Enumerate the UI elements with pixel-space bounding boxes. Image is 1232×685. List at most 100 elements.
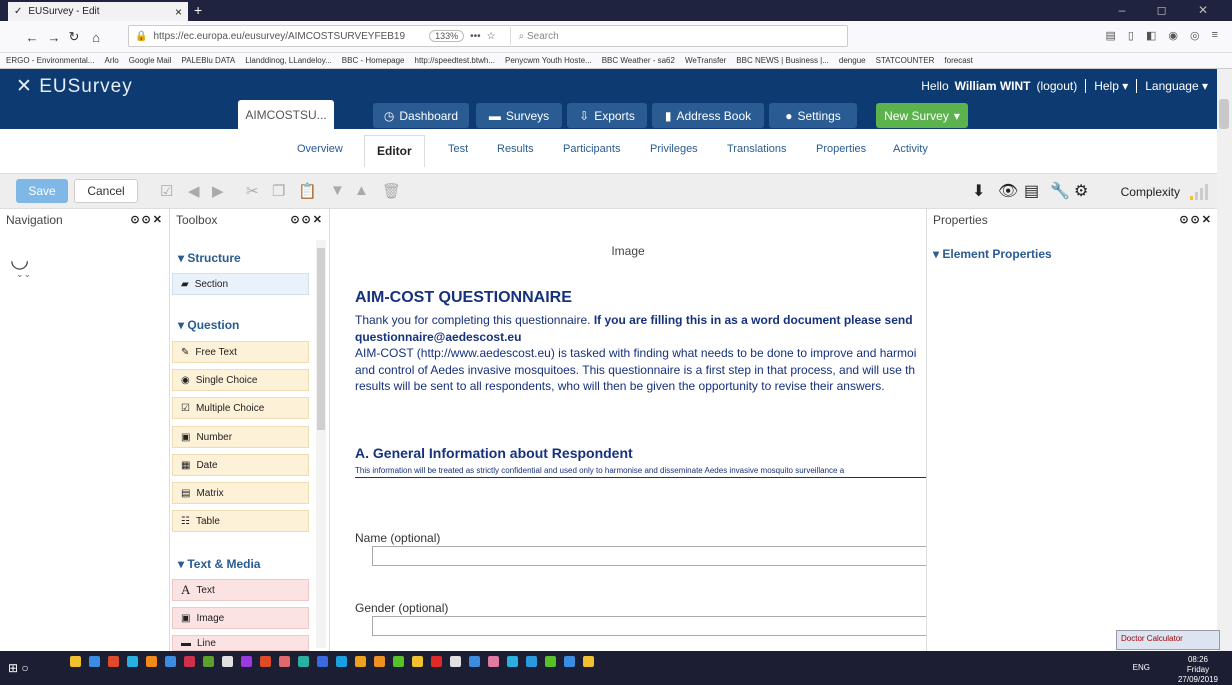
bookmark-item[interactable]: BBC NEWS | Business |... xyxy=(736,56,829,65)
tab-translations[interactable]: Translations xyxy=(727,143,787,155)
gear-icon[interactable]: ⚙ xyxy=(1074,181,1088,201)
exports-button[interactable]: ⇩ Exports xyxy=(567,103,647,128)
tab-participants[interactable]: Participants xyxy=(563,143,620,155)
dashboard-button[interactable]: ◷ Dashboard xyxy=(373,103,469,128)
extension-icon[interactable]: ◉ xyxy=(1168,29,1178,42)
back-icon[interactable]: ← xyxy=(22,27,42,47)
more-icon[interactable]: ••• xyxy=(470,31,481,42)
extension-icon[interactable]: ◎ xyxy=(1190,29,1200,42)
system-clock[interactable]: 08:26 Friday 27/09/2019 xyxy=(1178,655,1218,685)
toolbox-multiple-choice[interactable]: ☑ Multiple Choice xyxy=(172,397,309,419)
library-icon[interactable]: ▤ xyxy=(1105,29,1115,42)
text-media-group[interactable]: ▾ Text & Media xyxy=(178,557,260,571)
toolbox-section[interactable]: ▰ Section xyxy=(172,273,309,295)
toolbox-matrix[interactable]: ▤ Matrix xyxy=(172,482,309,504)
tab-test[interactable]: Test xyxy=(448,143,468,155)
sidebar-icon[interactable]: ▯ xyxy=(1128,29,1134,42)
undo-icon[interactable]: ◀ xyxy=(188,182,200,200)
home-icon[interactable]: ⌂ xyxy=(86,27,106,47)
move-down-icon[interactable]: ▼ xyxy=(330,182,345,199)
intro-text[interactable]: Thank you for completing this questionna… xyxy=(355,312,926,395)
bookmark-item[interactable]: Arlo xyxy=(104,56,118,65)
download-icon[interactable]: ⬇ xyxy=(972,181,985,201)
bookmark-item[interactable]: forecast xyxy=(944,56,972,65)
bookmark-item[interactable]: ERGO - Environmental... xyxy=(6,56,94,65)
toolbox-table[interactable]: ☷ Table xyxy=(172,510,309,532)
new-tab-icon[interactable]: + xyxy=(194,2,202,18)
bookmark-item[interactable]: WeTransfer xyxy=(685,56,726,65)
tab-overview[interactable]: Overview xyxy=(297,143,343,155)
address-bar[interactable]: 🔒 https://ec.europa.eu/eusurvey/AIMCOSTS… xyxy=(128,25,848,47)
cancel-button[interactable]: Cancel xyxy=(74,179,138,203)
logout-link[interactable]: (logout) xyxy=(1037,79,1078,93)
forward-icon[interactable]: → xyxy=(44,27,64,47)
questionnaire-title[interactable]: AIM-COST QUESTIONNAIRE xyxy=(355,289,572,307)
image-placeholder[interactable]: Image xyxy=(330,244,926,258)
menu-icon[interactable]: ≡ xyxy=(1212,29,1218,42)
copy-icon[interactable]: ❐ xyxy=(272,182,285,200)
toolbox-line[interactable]: ▬ Line xyxy=(172,635,309,651)
save-button[interactable]: Save xyxy=(16,179,68,203)
toolbox-scroll-thumb[interactable] xyxy=(317,248,325,430)
current-survey-tab[interactable]: AIMCOSTSU... xyxy=(238,100,334,129)
panel-controls-icon[interactable]: ⊙⊙✕ xyxy=(130,213,164,226)
section-title[interactable]: A. General Information about Respondent xyxy=(355,445,633,461)
toolbox-scrollbar[interactable] xyxy=(316,240,326,648)
bookmark-item[interactable]: Google Mail xyxy=(129,56,172,65)
name-input[interactable] xyxy=(372,546,926,566)
cut-icon[interactable]: ✂ xyxy=(246,182,259,200)
reload-icon[interactable]: ↻ xyxy=(64,27,84,47)
toolbox-text[interactable]: A Text xyxy=(172,579,309,601)
delete-icon[interactable]: 🗑 xyxy=(382,182,401,200)
eusurvey-logo[interactable]: ✕ EUSurvey xyxy=(16,75,133,98)
toolbox-image[interactable]: ▣ Image xyxy=(172,607,309,629)
structure-group[interactable]: ▾ Structure xyxy=(178,251,241,265)
page-scrollbar[interactable] xyxy=(1217,69,1232,651)
paste-icon[interactable]: 📋 xyxy=(298,182,317,200)
bookmark-item[interactable]: http://speedtest.btwh... xyxy=(415,56,496,65)
toolbox-free-text[interactable]: ✎ Free Text xyxy=(172,341,309,363)
new-survey-button[interactable]: New Survey ▾ xyxy=(876,103,968,128)
panel-controls-icon[interactable]: ⊙⊙✕ xyxy=(290,213,324,226)
tab-editor[interactable]: Editor xyxy=(364,135,425,167)
tab-privileges[interactable]: Privileges xyxy=(650,143,698,155)
check-icon[interactable]: ☑ xyxy=(160,182,173,200)
surveys-button[interactable]: ▬ Surveys xyxy=(476,103,562,128)
settings-button[interactable]: ● Settings xyxy=(769,103,857,128)
address-book-button[interactable]: ▮ Address Book xyxy=(652,103,764,128)
tab-results[interactable]: Results xyxy=(497,143,534,155)
question-group[interactable]: ▾ Question xyxy=(178,318,239,332)
page-scroll-thumb[interactable] xyxy=(1219,99,1229,129)
zoom-level[interactable]: 133% xyxy=(429,30,465,42)
toolbox-date[interactable]: ▦ Date xyxy=(172,454,309,476)
bookmark-item[interactable]: BBC - Homepage xyxy=(342,56,405,65)
panel-controls-icon[interactable]: ⊙⊙✕ xyxy=(1179,213,1213,226)
browser-toolbar-icons[interactable]: ▤ ▯ ◧ ◉ ◎ ≡ xyxy=(1105,29,1218,42)
windows-start-icon[interactable]: ⊞ ○ xyxy=(8,661,29,675)
tab-properties[interactable]: Properties xyxy=(816,143,866,155)
bookmark-item[interactable]: dengue xyxy=(839,56,866,65)
wrench-icon[interactable]: 🔧 xyxy=(1050,181,1070,201)
help-menu[interactable]: Help ▾ xyxy=(1094,79,1128,93)
redo-icon[interactable]: ▶ xyxy=(212,182,224,200)
bookmark-item[interactable]: PALEBlu DATA xyxy=(181,56,235,65)
browser-tab[interactable]: ✓ EUSurvey - Edit × xyxy=(8,2,188,21)
gender-input[interactable] xyxy=(372,616,926,636)
move-up-icon[interactable]: ▲ xyxy=(354,182,369,199)
bookmark-star-icon[interactable]: ☆ xyxy=(487,31,496,42)
list-icon[interactable]: ▤ xyxy=(1024,181,1039,201)
calculator-popup[interactable]: Doctor Calculator xyxy=(1116,630,1220,650)
language-menu[interactable]: Language ▾ xyxy=(1145,79,1208,93)
search-box[interactable]: ⌕ Search xyxy=(509,27,559,45)
close-tab-icon[interactable]: × xyxy=(175,5,182,19)
taskbar-apps[interactable] xyxy=(70,656,594,667)
bookmark-item[interactable]: STATCOUNTER xyxy=(876,56,935,65)
language-indicator[interactable]: ENG xyxy=(1133,663,1150,672)
toolbox-single-choice[interactable]: ◉ Single Choice xyxy=(172,369,309,391)
bookmark-item[interactable]: BBC Weather - sa62 xyxy=(602,56,675,65)
toolbox-number[interactable]: ▣ Number xyxy=(172,426,309,448)
tab-activity[interactable]: Activity xyxy=(893,143,928,155)
element-properties-toggle[interactable]: ▾ Element Properties xyxy=(933,247,1052,261)
preview-eye-icon[interactable]: 👁 xyxy=(998,181,1018,201)
chevron-down-icon[interactable]: ⌄⌄ xyxy=(16,269,31,280)
